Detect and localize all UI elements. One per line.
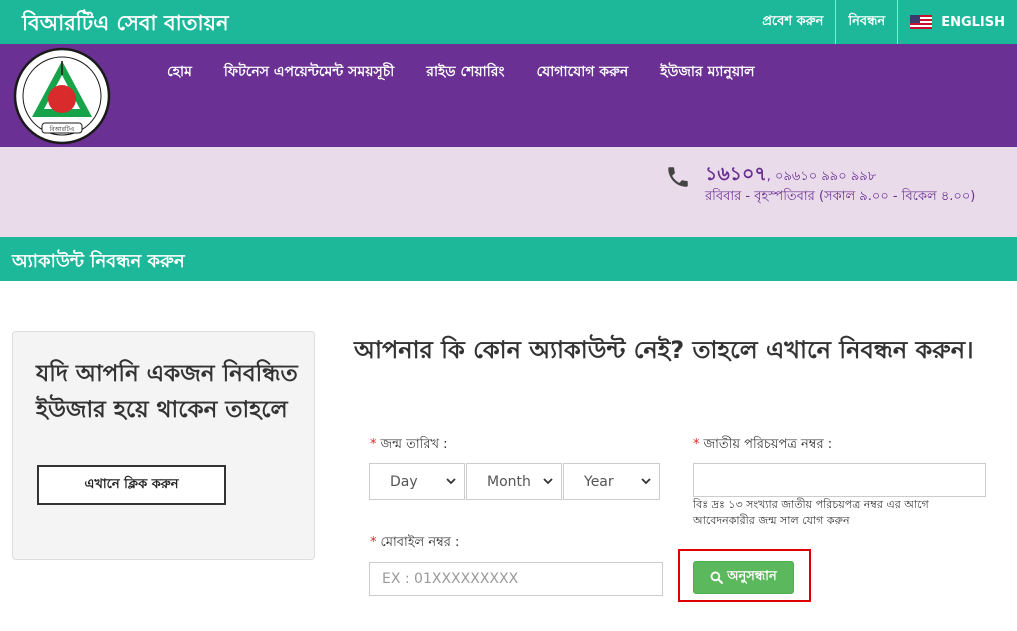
nid-help-text: বিঃ দ্রঃ ১৩ সংখ্যার জাতীয় পরিচয়পত্র নম… <box>693 498 929 527</box>
month-select[interactable]: Month <box>466 463 562 500</box>
nav-item-contact[interactable]: যোগাযোগ করুন <box>524 60 640 84</box>
search-icon <box>710 571 724 584</box>
nav-item-home[interactable]: হোম <box>155 60 204 84</box>
other-numbers: , ০৯৬১০ ৯৯০ ৯৯৮ <box>766 169 877 184</box>
year-select[interactable]: Year <box>563 463 660 500</box>
search-button[interactable]: অনুসন্ধান <box>693 561 794 594</box>
nav-item-ride-sharing[interactable]: রাইড শেয়ারিং <box>414 60 516 84</box>
mobile-label: * মোবাইল নম্বর : <box>370 533 459 554</box>
chevron-down-icon <box>446 478 456 485</box>
language-switch[interactable]: ENGLISH <box>897 0 1017 44</box>
office-hours: রবিবার - বৃহস্পতিবার (সকাল ৯.০০ - বিকেল … <box>705 189 976 204</box>
top-links: প্রবেশ করুন নিবন্ধন ENGLISH <box>750 0 1017 44</box>
mobile-label-text: মোবাইল নম্বর : <box>380 535 460 550</box>
month-select-value: Month <box>487 473 531 490</box>
nav-menu: হোম ফিটনেস এপয়েন্টমেন্ট সময়সূচী রাইড শ… <box>155 60 775 84</box>
day-select-value: Day <box>390 473 418 490</box>
form-heading: আপনার কি কোন অ্যাকাউন্ট নেই? তাহলে এখানে… <box>354 336 974 364</box>
chevron-down-icon <box>641 478 651 485</box>
login-link[interactable]: প্রবেশ করুন <box>750 0 835 44</box>
nid-label-text: জাতীয় পরিচয়পত্র নম্বর : <box>703 437 833 452</box>
hotline-number[interactable]: ১৬১০৭ <box>705 163 767 185</box>
section-title: অ্যাকাউন্ট নিবন্ধন করুন <box>12 251 185 272</box>
year-select-value: Year <box>584 473 614 490</box>
logo-text: বিআরটিএ <box>49 125 75 133</box>
nid-input[interactable] <box>693 463 986 497</box>
us-flag-icon <box>910 15 933 29</box>
required-mark: * <box>370 437 377 452</box>
brta-logo[interactable]: বিআরটিএ <box>12 47 112 145</box>
nav-item-fitness-appointment[interactable]: ফিটনেস এপয়েন্টমেন্ট সময়সূচী <box>212 60 406 84</box>
chevron-down-icon <box>543 478 553 485</box>
nid-label: * জাতীয় পরিচয়পত্র নম্বর : <box>693 435 832 456</box>
site-title[interactable]: বিআরটিএ সেবা বাতায়ন <box>22 7 229 42</box>
mobile-input[interactable] <box>369 562 663 596</box>
registered-user-text: যদি আপনি একজন নিবন্ধিত ইউজার হয়ে থাকেন … <box>36 361 298 423</box>
dob-label-text: জন্ম তারিখ : <box>380 437 448 452</box>
required-mark: * <box>370 535 377 550</box>
search-label: অনুসন্ধান <box>727 569 777 584</box>
click-here-button[interactable]: এখানে ক্লিক করুন <box>37 465 226 505</box>
register-link[interactable]: নিবন্ধন <box>835 0 897 44</box>
dob-label: * জন্ম তারিখ : <box>370 435 448 456</box>
required-mark: * <box>693 437 700 452</box>
day-select[interactable]: Day <box>369 463 465 500</box>
phone-icon <box>668 167 688 187</box>
language-label: ENGLISH <box>941 14 1005 30</box>
nav-item-user-manual[interactable]: ইউজার ম্যানুয়াল <box>648 60 766 84</box>
